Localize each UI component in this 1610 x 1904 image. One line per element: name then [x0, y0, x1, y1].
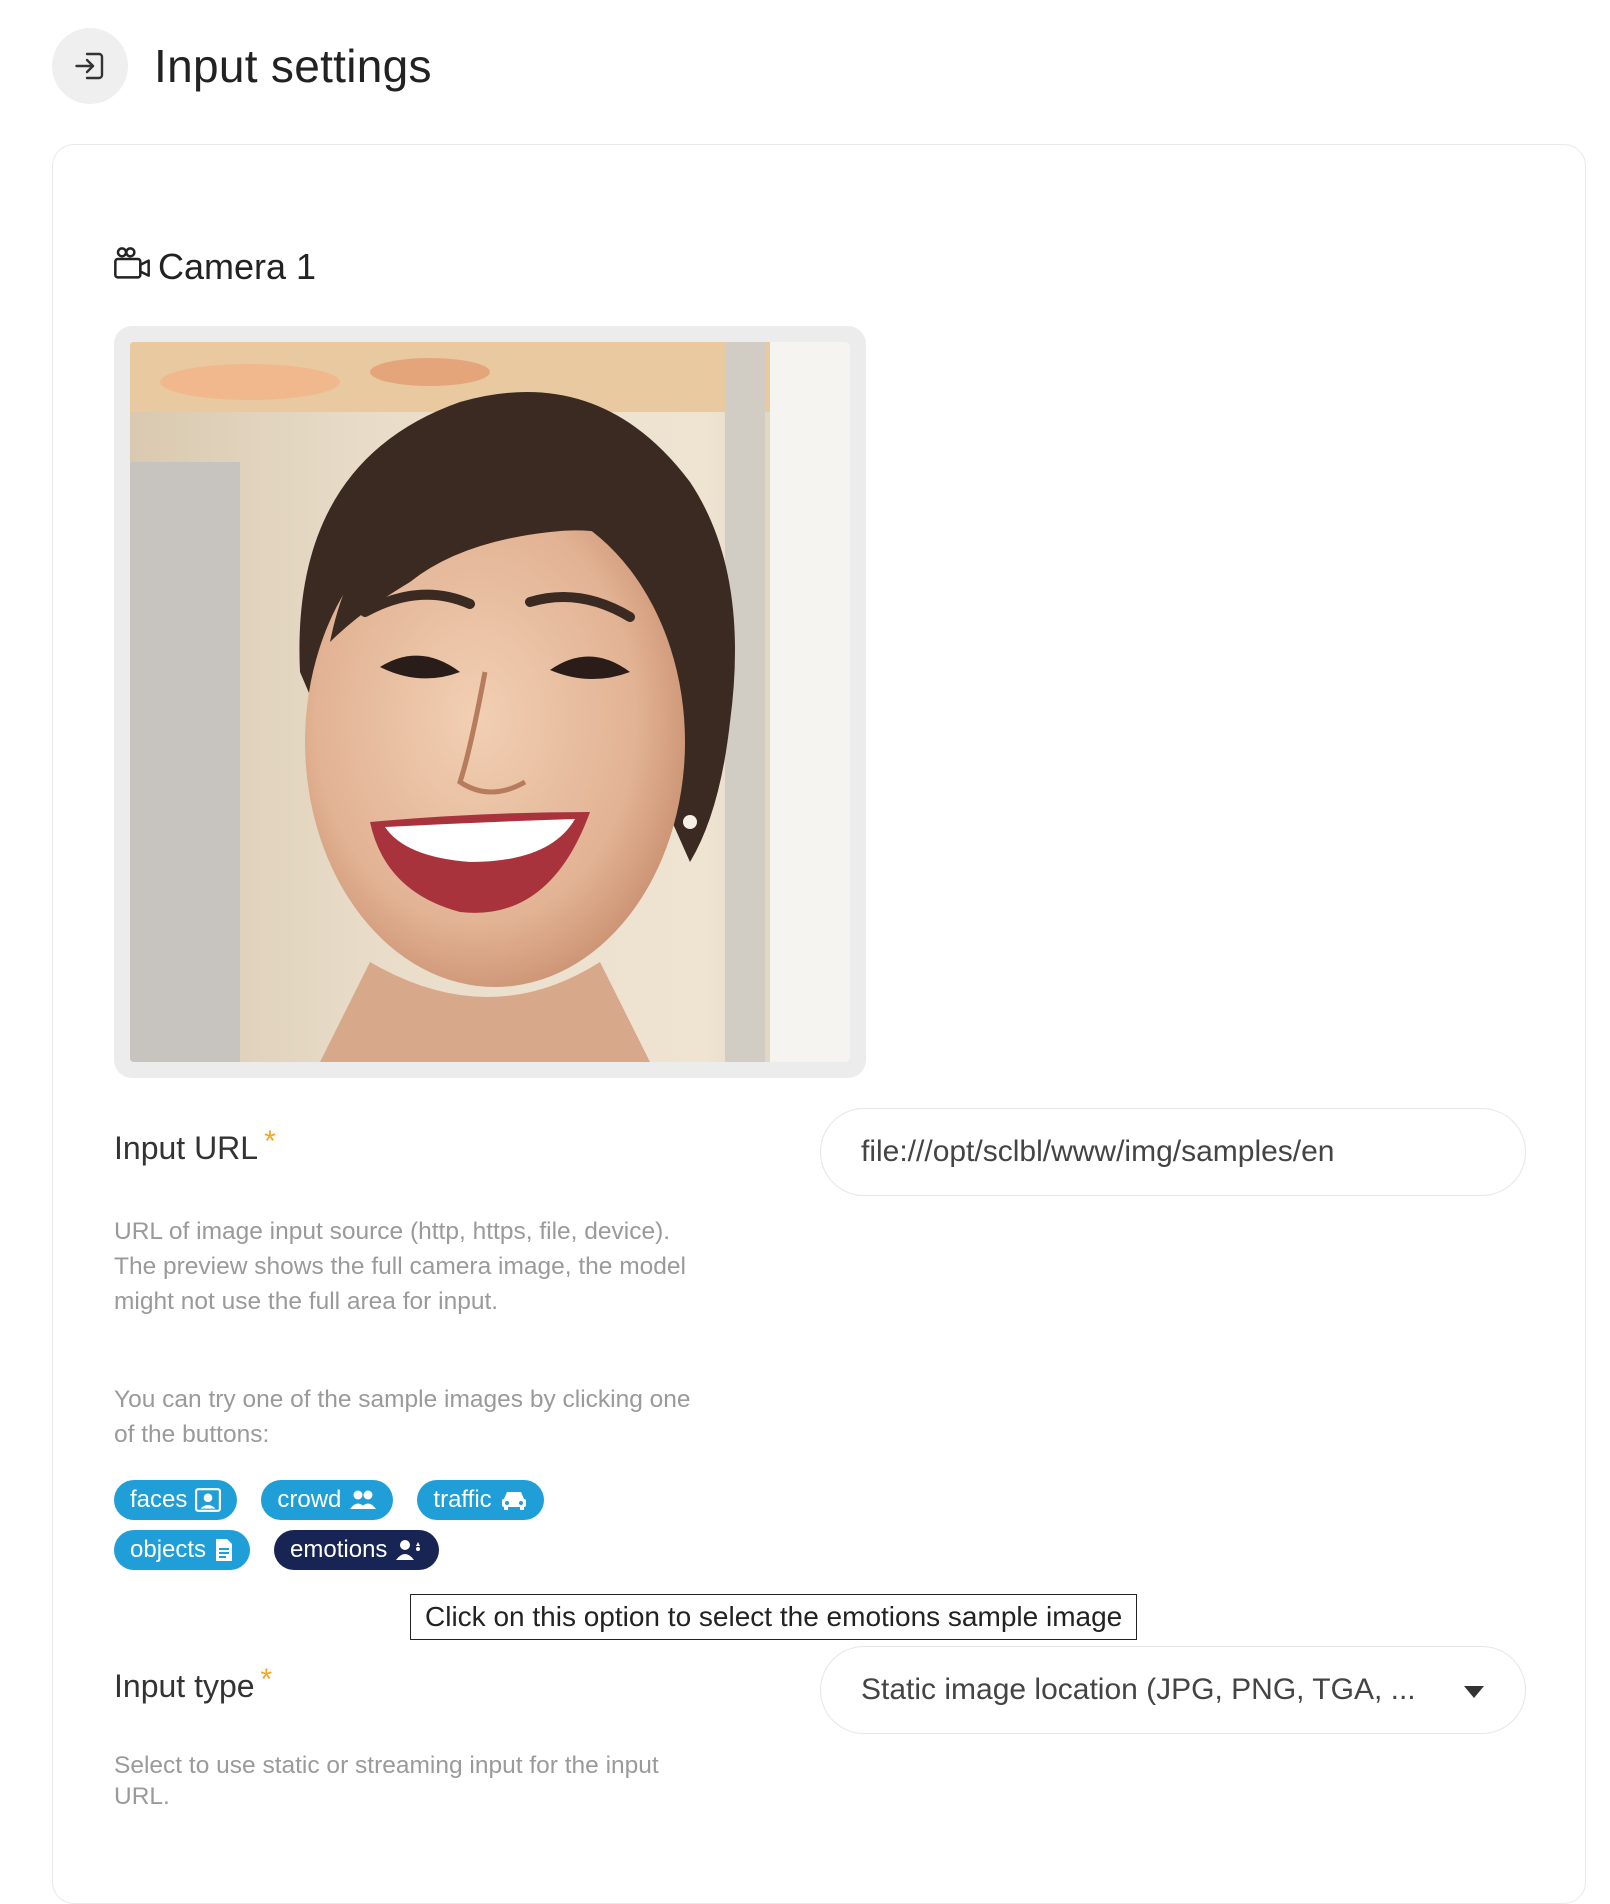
chip-label: emotions	[290, 1536, 388, 1563]
camera-heading: Camera 1	[112, 244, 316, 289]
page-title: Input settings	[154, 40, 432, 92]
sample-objects-button[interactable]: objects	[114, 1530, 251, 1570]
camera-preview	[114, 326, 866, 1078]
sample-crowd-button[interactable]: crowd	[261, 1480, 394, 1520]
camera-title: Camera 1	[158, 245, 317, 287]
input-url-field[interactable]	[820, 1108, 1526, 1196]
input-url-help: URL of image input source (http, https, …	[114, 1218, 686, 1315]
sample-buttons: faces crowd traffic objects emotions	[114, 1480, 714, 1580]
required-mark: *	[260, 1663, 273, 1696]
portrait-icon	[195, 1488, 222, 1512]
chip-label: faces	[130, 1486, 188, 1513]
page-header: Input settings	[52, 28, 432, 104]
input-type-value: Static image location (JPG, PNG, TGA, ..…	[861, 1673, 1416, 1706]
chip-row: faces crowd traffic	[114, 1480, 714, 1520]
input-type-select[interactable]: Static image location (JPG, PNG, TGA, ..…	[820, 1646, 1526, 1734]
chip-label: traffic	[433, 1486, 492, 1513]
document-icon	[214, 1538, 234, 1562]
input-type-help: Select to use static or streaming input …	[114, 1752, 659, 1810]
emotions-tooltip: Click on this option to select the emoti…	[410, 1594, 1138, 1640]
users-icon	[349, 1489, 377, 1511]
input-url-label-text: Input URL	[114, 1130, 259, 1166]
chip-label: objects	[130, 1536, 207, 1563]
sample-emotions-button[interactable]: emotions	[274, 1530, 440, 1570]
caret-down-icon	[1463, 1673, 1485, 1707]
input-type-label: Input type *	[114, 1663, 272, 1705]
chip-label: crowd	[277, 1486, 342, 1513]
required-mark: *	[264, 1125, 276, 1158]
input-url-label: Input URL *	[114, 1125, 276, 1167]
sign-in-icon	[52, 28, 128, 104]
samples-help: You can try one of the sample images by …	[114, 1386, 691, 1448]
video-camera-icon	[112, 244, 152, 289]
chip-row: objects emotions	[114, 1530, 714, 1570]
car-icon	[500, 1489, 528, 1511]
preview-image	[130, 342, 850, 1062]
input-type-label-text: Input type	[114, 1668, 255, 1704]
sample-traffic-button[interactable]: traffic	[417, 1480, 544, 1520]
user-emotion-icon	[395, 1539, 423, 1561]
sample-faces-button[interactable]: faces	[114, 1480, 238, 1520]
